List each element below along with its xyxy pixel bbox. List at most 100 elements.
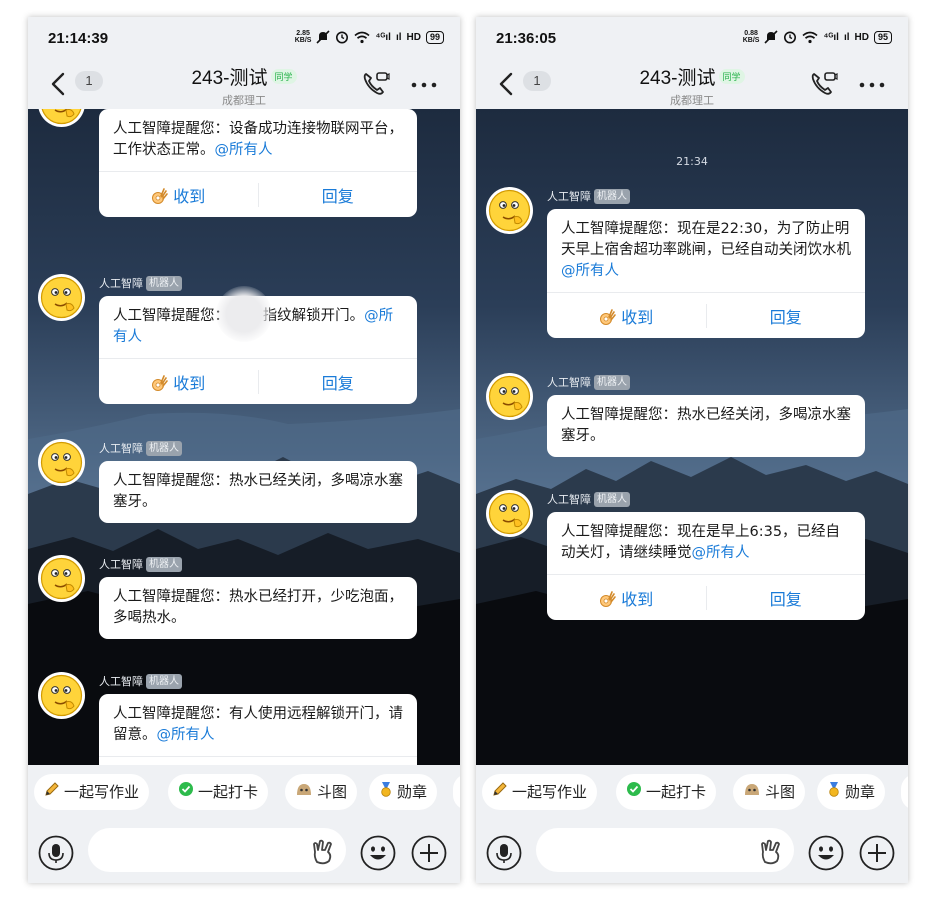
signal-icon: ⁴ᴳıl — [375, 31, 391, 43]
quick-action-bar: 一起写作业 一起打卡 斗图 勋章 — [28, 765, 460, 819]
chat-header: 243-测试 同学 成都理工 1 — [28, 63, 460, 109]
bot-tag: 机器人 — [594, 374, 630, 390]
quick-homework-button[interactable]: 一起写作业 — [482, 774, 598, 810]
quick-more-chip[interactable] — [453, 774, 460, 810]
ok-hand-icon — [600, 308, 617, 325]
quick-medals-button[interactable]: 勋章 — [369, 774, 438, 810]
medal-icon — [829, 782, 839, 797]
mute-icon — [316, 30, 331, 44]
mention-all[interactable]: @所有人 — [561, 263, 619, 279]
battery-icon: 95 — [873, 30, 892, 44]
avatar[interactable] — [38, 672, 85, 719]
check-circle-icon — [179, 782, 193, 796]
smiley-icon[interactable] — [360, 835, 396, 871]
mention-all[interactable]: @所有人 — [215, 142, 273, 158]
bot-tag: 机器人 — [146, 673, 182, 689]
sender-name: 人工智障 — [99, 675, 143, 688]
message-list[interactable]: 人工智障提醒您：设备成功连接物联网平台，工作状态正常。@所有人 收到 回复 人工… — [28, 109, 460, 765]
microphone-icon[interactable] — [486, 835, 522, 871]
quick-checkin-button[interactable]: 一起打卡 — [616, 774, 717, 810]
message-text: 人工智障提醒您：热水已经关闭，多喝凉水塞塞牙。 — [113, 473, 403, 510]
pencil-icon — [45, 782, 59, 796]
message-actions: 收到 回复 — [547, 574, 865, 620]
chevron-left-icon[interactable] — [496, 69, 516, 99]
more-dots-icon[interactable] — [410, 69, 438, 99]
sender-name: 人工智障 — [99, 558, 143, 571]
rock-hand-icon[interactable] — [756, 837, 786, 867]
signal-icon-2: ıl — [395, 31, 402, 43]
network-speed: 0.88 KB/S — [742, 30, 760, 44]
message-bubble[interactable]: 人工智障提醒您：设备成功连接物联网平台，工作状态正常。@所有人 收到 回复 — [99, 109, 417, 217]
ack-button[interactable]: 收到 — [99, 183, 258, 207]
phone-call-icon[interactable] — [360, 69, 390, 99]
message-list[interactable]: 21:34 人工智障 机器人 人工智障提醒您：现在是22:30，为了防止明天早上宿… — [476, 109, 908, 765]
chevron-left-icon[interactable] — [48, 69, 68, 99]
quick-checkin-button[interactable]: 一起打卡 — [168, 774, 269, 810]
unread-count-badge[interactable]: 1 — [75, 71, 103, 91]
unread-count-badge[interactable]: 1 — [523, 71, 551, 91]
reply-button[interactable]: 回复 — [257, 369, 418, 394]
avatar[interactable] — [38, 274, 85, 321]
reply-button[interactable]: 回复 — [705, 585, 866, 610]
meme-face-icon — [297, 784, 311, 795]
message-bubble[interactable]: 人工智障提醒您：现在是早上6:35，已经自动关灯，请继续睡觉@所有人 收到 回复 — [547, 512, 865, 620]
avatar[interactable] — [38, 555, 85, 602]
message-bubble[interactable]: 人工智障提醒您：热水已经关闭，多喝凉水塞塞牙。 — [99, 461, 417, 523]
battery-icon: 99 — [425, 30, 444, 44]
more-dots-icon[interactable] — [858, 69, 886, 99]
message-actions: 收到 回复 — [99, 171, 417, 217]
quick-medals-button[interactable]: 勋章 — [817, 774, 886, 810]
network-speed: 2.85 KB/S — [294, 30, 312, 44]
message-bubble[interactable]: 人工智障提醒您：现在是22:30，为了防止明天早上宿舍超功率跳闸，已经自动关闭饮… — [547, 209, 865, 338]
message-bubble[interactable]: 人工智障提醒您：热水已经关闭，多喝凉水塞塞牙。 — [547, 395, 865, 457]
meme-face-icon — [745, 784, 759, 795]
avatar[interactable] — [486, 490, 533, 537]
sender-name: 人工智障 — [99, 277, 143, 290]
ack-button[interactable]: 收到 — [547, 304, 706, 328]
mention-all[interactable]: @所有人 — [692, 545, 750, 561]
sender-name: 人工智障 — [99, 442, 143, 455]
avatar[interactable] — [486, 187, 533, 234]
status-time: 21:36:05 — [496, 30, 557, 47]
ok-hand-icon — [152, 374, 169, 391]
alarm-icon — [784, 31, 797, 44]
chat-title: 243-测试 — [639, 68, 716, 89]
message-bubble[interactable]: 人工智障提醒您：热水已经打开，少吃泡面，多喝热水。 — [99, 577, 417, 639]
reply-button[interactable]: 回复 — [705, 303, 866, 328]
hd-icon: HD — [854, 31, 869, 43]
check-circle-icon — [627, 782, 641, 796]
microphone-icon[interactable] — [38, 835, 74, 871]
message-text: 人工智障提醒您：设备成功连接物联网平台，工作状态正常。@所有人 — [113, 121, 403, 158]
ack-button[interactable]: 收到 — [547, 586, 706, 610]
plus-icon[interactable] — [859, 835, 895, 871]
sender-line: 人工智障 机器人 — [99, 274, 182, 292]
status-bar: 21:36:05 0.88 KB/S ⁴ᴳıl ıl HD 95 — [476, 17, 908, 63]
message-bubble[interactable]: 人工智障提醒您：有人使用远程解锁开门，请留意。@所有人 收到 回复 — [99, 694, 417, 765]
quick-memes-button[interactable]: 斗图 — [733, 774, 806, 810]
ok-hand-icon — [152, 187, 169, 204]
signal-icon-2: ıl — [843, 31, 850, 43]
input-row — [28, 819, 460, 883]
quick-homework-button[interactable]: 一起写作业 — [34, 774, 150, 810]
bot-tag: 机器人 — [594, 188, 630, 204]
mention-all[interactable]: @所有人 — [157, 727, 215, 743]
quick-more-chip[interactable] — [901, 774, 908, 810]
ack-button[interactable]: 收到 — [99, 370, 258, 394]
rock-hand-icon[interactable] — [308, 837, 338, 867]
sender-line: 人工智障 机器人 — [99, 439, 182, 457]
hd-icon: HD — [406, 31, 421, 43]
quick-memes-button[interactable]: 斗图 — [285, 774, 358, 810]
chat-screen-right: 21:36:05 0.88 KB/S ⁴ᴳıl ıl HD 95 243-测试 同学… — [476, 17, 908, 883]
chat-subtitle: 成都理工 — [222, 94, 266, 107]
reply-button[interactable]: 回复 — [257, 182, 418, 207]
sender-line: 人工智障 机器人 — [547, 373, 630, 391]
sender-line: 人工智障 机器人 — [99, 672, 182, 690]
message-actions: 收到 回复 — [547, 292, 865, 338]
plus-icon[interactable] — [411, 835, 447, 871]
bot-tag: 机器人 — [146, 556, 182, 572]
phone-call-icon[interactable] — [808, 69, 838, 99]
avatar[interactable] — [38, 439, 85, 486]
avatar[interactable] — [486, 373, 533, 420]
status-icons: 2.85 KB/S ⁴ᴳıl ıl HD 99 — [295, 30, 444, 44]
smiley-icon[interactable] — [808, 835, 844, 871]
